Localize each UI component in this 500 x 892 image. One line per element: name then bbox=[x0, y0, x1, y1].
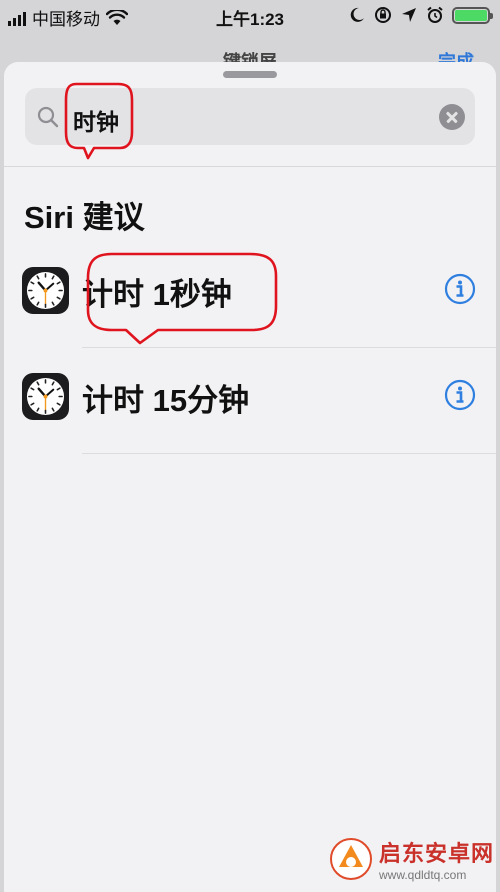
battery-icon bbox=[452, 6, 493, 24]
suggestion-label: 计时 15分钟 bbox=[82, 383, 250, 418]
location-icon bbox=[402, 8, 416, 22]
action-search-sheet: 时钟 Siri 建议 计时 1秒钟 计时 15分钟 bbox=[4, 62, 496, 892]
section-title: Siri 建议 bbox=[24, 200, 145, 235]
status-right bbox=[348, 6, 493, 24]
alarm-icon bbox=[427, 6, 443, 23]
moon-icon bbox=[350, 7, 364, 22]
info-icon[interactable] bbox=[444, 273, 476, 305]
info-icon[interactable] bbox=[444, 379, 476, 411]
suggestion-row[interactable]: 计时 15分钟 bbox=[4, 348, 496, 454]
watermark-logo-icon bbox=[329, 838, 372, 880]
row-divider bbox=[82, 453, 496, 454]
sheet-grabber[interactable] bbox=[223, 71, 277, 78]
watermark-text: 启东安卓网 www.qdldtq.com bbox=[379, 836, 494, 882]
suggestion-label: 计时 1秒钟 bbox=[82, 277, 232, 312]
battery-level bbox=[455, 9, 487, 21]
clock-icon bbox=[22, 373, 69, 420]
orientation-lock-icon bbox=[375, 7, 391, 23]
search-field[interactable]: 时钟 bbox=[25, 88, 475, 145]
search-icon bbox=[37, 106, 59, 128]
search-divider bbox=[4, 166, 496, 167]
clock-icon bbox=[22, 267, 69, 314]
suggestion-row[interactable]: 计时 1秒钟 bbox=[4, 242, 496, 348]
search-input[interactable]: 时钟 bbox=[73, 103, 119, 137]
watermark: 启东安卓网 www.qdldtq.com bbox=[329, 836, 494, 882]
status-bar: 中国移动 上午1:23 bbox=[0, 0, 500, 34]
clear-icon[interactable] bbox=[439, 104, 465, 130]
watermark-name: 启东安卓网 bbox=[378, 841, 494, 866]
watermark-url: www.qdldtq.com bbox=[378, 868, 467, 882]
